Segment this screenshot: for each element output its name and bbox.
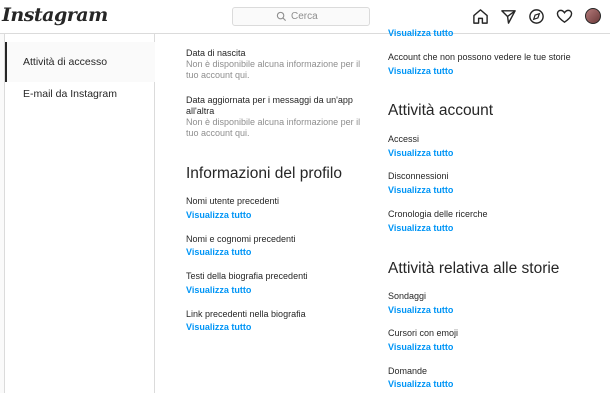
message-date-info: Non è disponibile alcuna informazione pe… [186,117,361,138]
previous-bio-texts-label: Testi della biografia precedenti [186,271,308,281]
questions-view-all-link[interactable]: Visualizza tutto [388,379,453,390]
search-history-label: Cronologia delle ricerche [388,209,488,219]
previous-usernames-label: Nomi utente precedenti [186,196,280,206]
previous-usernames-view-all-link[interactable]: Visualizza tutto [186,210,251,221]
top-navigation-bar: Instagram Cerca [0,0,610,34]
logouts-label: Disconnessioni [388,171,449,181]
search-input[interactable]: Cerca [232,7,370,26]
profile-info-heading: Informazioni del profilo [186,165,342,182]
polls-label: Sondaggi [388,291,427,301]
emoji-sliders-view-all-link[interactable]: Visualizza tutto [388,342,453,353]
search-history-view-all-link[interactable]: Visualizza tutto [388,223,453,234]
settings-sidebar: Attività di accesso E-mail da Instagram [5,34,155,393]
previous-full-names-label: Nomi e cognomi precedenti [186,234,296,244]
previous-bio-texts-view-all-link[interactable]: Visualizza tutto [186,285,251,296]
birth-date-label: Data di nascita [186,48,246,58]
search-placeholder: Cerca [291,11,318,22]
settings-panel: Attività di accesso E-mail da Instagram … [4,28,610,393]
emoji-sliders-label: Cursori con emoji [388,328,459,338]
account-activity-heading: Attività account [388,102,494,119]
sidebar-item-emails-from-instagram[interactable]: E-mail da Instagram [5,74,155,114]
instagram-logo[interactable]: Instagram [2,4,108,26]
home-icon[interactable] [472,8,489,25]
logins-label: Accessi [388,134,420,144]
logins-view-all-link[interactable]: Visualizza tutto [388,148,453,159]
birth-date-info: Non è disponibile alcuna informazione pe… [186,59,361,80]
search-icon [276,11,287,22]
polls-view-all-link[interactable]: Visualizza tutto [388,305,453,316]
activity-heart-icon[interactable] [556,8,573,25]
message-date-label: Data aggiornata per i messaggi da un'app… [186,95,353,116]
hidden-stories-accounts-label: Account che non possono vedere le tue st… [388,52,571,62]
questions-label: Domande [388,366,428,376]
explore-icon[interactable] [528,8,545,25]
top-view-all-link[interactable]: Visualizza tutto [388,28,453,39]
previous-bio-links-label: Link precedenti nella biografia [186,309,306,319]
logouts-view-all-link[interactable]: Visualizza tutto [388,185,453,196]
profile-avatar[interactable] [585,8,601,24]
direct-messages-icon[interactable] [500,8,517,25]
previous-full-names-view-all-link[interactable]: Visualizza tutto [186,247,251,258]
previous-bio-links-view-all-link[interactable]: Visualizza tutto [186,322,251,333]
hidden-stories-view-all-link[interactable]: Visualizza tutto [388,66,453,77]
stories-activity-heading: Attività relativa alle storie [388,260,560,277]
